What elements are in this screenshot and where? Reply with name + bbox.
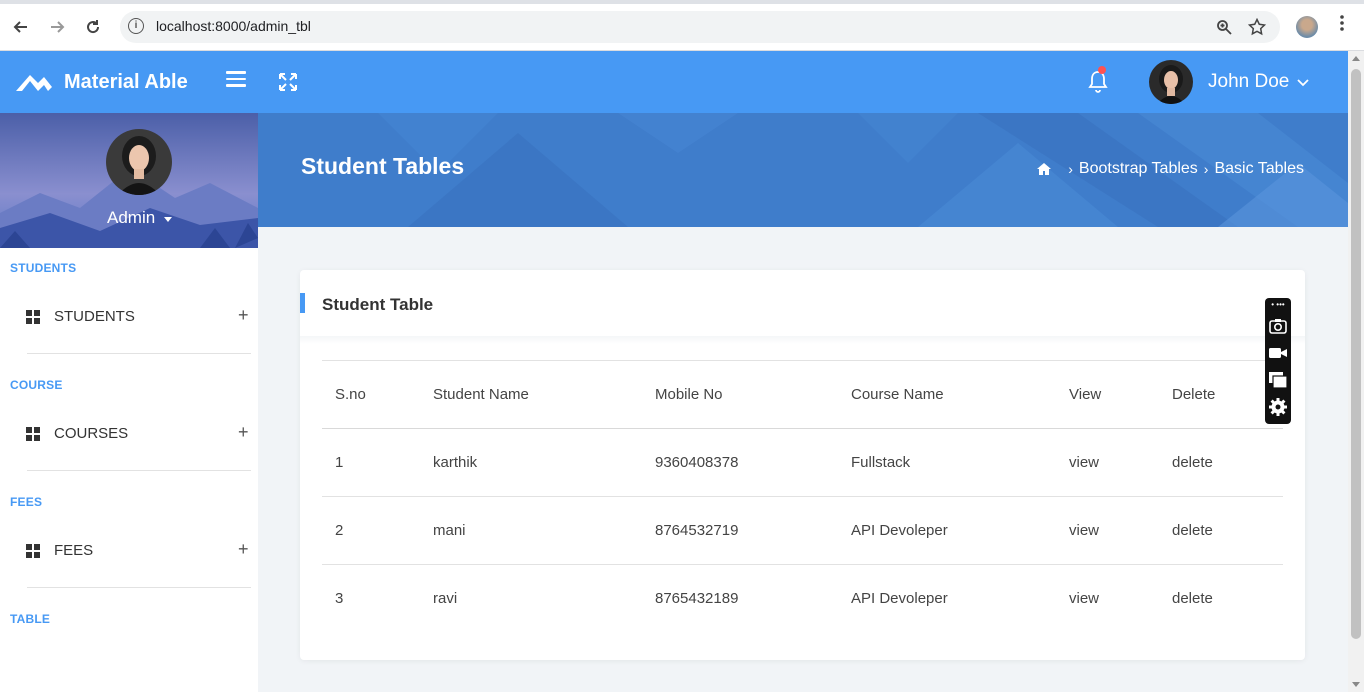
sidebar-item-label: COURSES (54, 425, 129, 442)
bookmark-star-icon[interactable] (1247, 17, 1267, 37)
table-row: 3 ravi 8765432189 API Devoleper view del… (322, 564, 1283, 633)
sidebar-item-label: FEES (54, 542, 94, 559)
notification-badge (1098, 66, 1106, 74)
nav-section-table: TABLE (10, 612, 51, 626)
nav-section-students: STUDENTS (10, 261, 77, 275)
column-header: View (1056, 360, 1159, 429)
nav-section-fees: FEES (10, 495, 43, 509)
breadcrumb-item[interactable]: Basic Tables (1214, 160, 1304, 178)
nav-section-course: COURSE (10, 378, 63, 392)
cell-student-name: mani (420, 496, 642, 565)
windows-icon[interactable] (1268, 370, 1288, 390)
profile-name[interactable]: Admin (107, 208, 155, 228)
card-title: Student Table (322, 295, 434, 314)
expand-plus-icon[interactable]: + (238, 422, 249, 443)
logo-icon (16, 75, 52, 91)
table-header-row: S.no Student Name Mobile No Course Name … (322, 360, 1283, 429)
expand-plus-icon[interactable]: + (238, 539, 249, 560)
view-link[interactable]: view (1056, 428, 1159, 497)
cell-sno: 1 (322, 428, 420, 497)
grid-icon (26, 544, 40, 558)
delete-link[interactable]: delete (1159, 564, 1283, 633)
nav-divider (27, 470, 251, 471)
notification-bell-icon[interactable] (1086, 69, 1110, 95)
header-user-avatar[interactable] (1149, 60, 1193, 104)
grid-icon (26, 427, 40, 441)
chevron-down-icon[interactable] (1296, 75, 1310, 89)
reload-icon[interactable] (80, 14, 106, 40)
menu-toggle-icon[interactable] (226, 71, 246, 89)
video-camera-icon[interactable] (1268, 343, 1288, 363)
breadcrumb-item[interactable]: Bootstrap Tables (1079, 160, 1198, 178)
browser-menu-icon[interactable] (1334, 15, 1350, 39)
logo-text[interactable]: Material Able (64, 71, 188, 94)
nav-divider (27, 587, 251, 588)
sidebar-item-students[interactable]: STUDENTS + (0, 297, 258, 337)
header-user-name[interactable]: John Doe (1208, 71, 1289, 93)
student-table-card: Student Table S.no Student Name Mobile N… (300, 270, 1305, 660)
url-text[interactable]: localhost:8000/admin_tbl (156, 18, 311, 34)
cell-course: Fullstack (838, 428, 1056, 497)
cell-student-name: ravi (420, 564, 642, 633)
scroll-up-icon[interactable] (1352, 56, 1360, 61)
student-table: S.no Student Name Mobile No Course Name … (322, 360, 1283, 633)
floating-capture-toolbar: • ••• (1265, 298, 1291, 424)
card-header-divider (300, 336, 1305, 344)
back-icon[interactable] (8, 14, 34, 40)
card-title-accent (300, 293, 305, 313)
browser-toolbar: i localhost:8000/admin_tbl (0, 0, 1364, 51)
cell-course: API Devoleper (838, 564, 1056, 633)
sidebar-item-label: STUDENTS (54, 308, 135, 325)
page-title: Student Tables (301, 153, 465, 179)
cell-course: API Devoleper (838, 496, 1056, 565)
cell-mobile: 9360408378 (642, 428, 838, 497)
zoom-icon[interactable] (1214, 17, 1234, 37)
gear-icon[interactable] (1268, 397, 1288, 417)
sidebar: Admin STUDENTS STUDENTS + COURSE COURSES… (0, 113, 258, 692)
breadcrumb: › Bootstrap Tables › Basic Tables (1036, 160, 1304, 178)
app-header: Material Able John Doe (0, 51, 1348, 113)
nav-divider (27, 353, 251, 354)
delete-link[interactable]: delete (1159, 428, 1283, 497)
view-link[interactable]: view (1056, 564, 1159, 633)
breadcrumb-separator-icon: › (1203, 161, 1209, 177)
page-banner: Student Tables › Bootstrap Tables › Basi… (258, 113, 1348, 227)
view-link[interactable]: view (1056, 496, 1159, 565)
cell-mobile: 8764532719 (642, 496, 838, 565)
column-header: S.no (322, 360, 420, 429)
profile-dropdown-icon[interactable] (164, 217, 172, 222)
cell-student-name: karthik (420, 428, 642, 497)
sidebar-item-courses[interactable]: COURSES + (0, 414, 258, 454)
tab-strip-edge (0, 0, 1364, 4)
breadcrumb-separator-icon: › (1068, 161, 1073, 177)
browser-profile-avatar[interactable] (1296, 16, 1318, 38)
cell-sno: 3 (322, 564, 420, 633)
fullscreen-icon[interactable] (276, 70, 300, 94)
camera-icon[interactable] (1268, 316, 1288, 336)
table-row: 1 karthik 9360408378 Fullstack view dele… (322, 428, 1283, 497)
home-icon[interactable] (1036, 162, 1052, 176)
scrollbar-thumb[interactable] (1351, 69, 1361, 639)
sidebar-profile-card: Admin (0, 113, 258, 248)
cell-mobile: 8765432189 (642, 564, 838, 633)
profile-avatar[interactable] (106, 129, 172, 195)
page-scrollbar[interactable] (1348, 51, 1364, 692)
grid-icon (26, 310, 40, 324)
delete-link[interactable]: delete (1159, 496, 1283, 565)
scroll-down-icon[interactable] (1352, 682, 1360, 687)
address-bar[interactable]: i localhost:8000/admin_tbl (120, 11, 1280, 43)
table-row: 2 mani 8764532719 API Devoleper view del… (322, 496, 1283, 565)
forward-icon[interactable] (44, 14, 70, 40)
toolbar-more-icon[interactable]: • ••• (1265, 301, 1291, 309)
expand-plus-icon[interactable]: + (238, 305, 249, 326)
sidebar-item-fees[interactable]: FEES + (0, 531, 258, 571)
cell-sno: 2 (322, 496, 420, 565)
site-info-icon[interactable]: i (128, 18, 144, 34)
column-header: Mobile No (642, 360, 838, 429)
column-header: Course Name (838, 360, 1056, 429)
column-header: Student Name (420, 360, 642, 429)
